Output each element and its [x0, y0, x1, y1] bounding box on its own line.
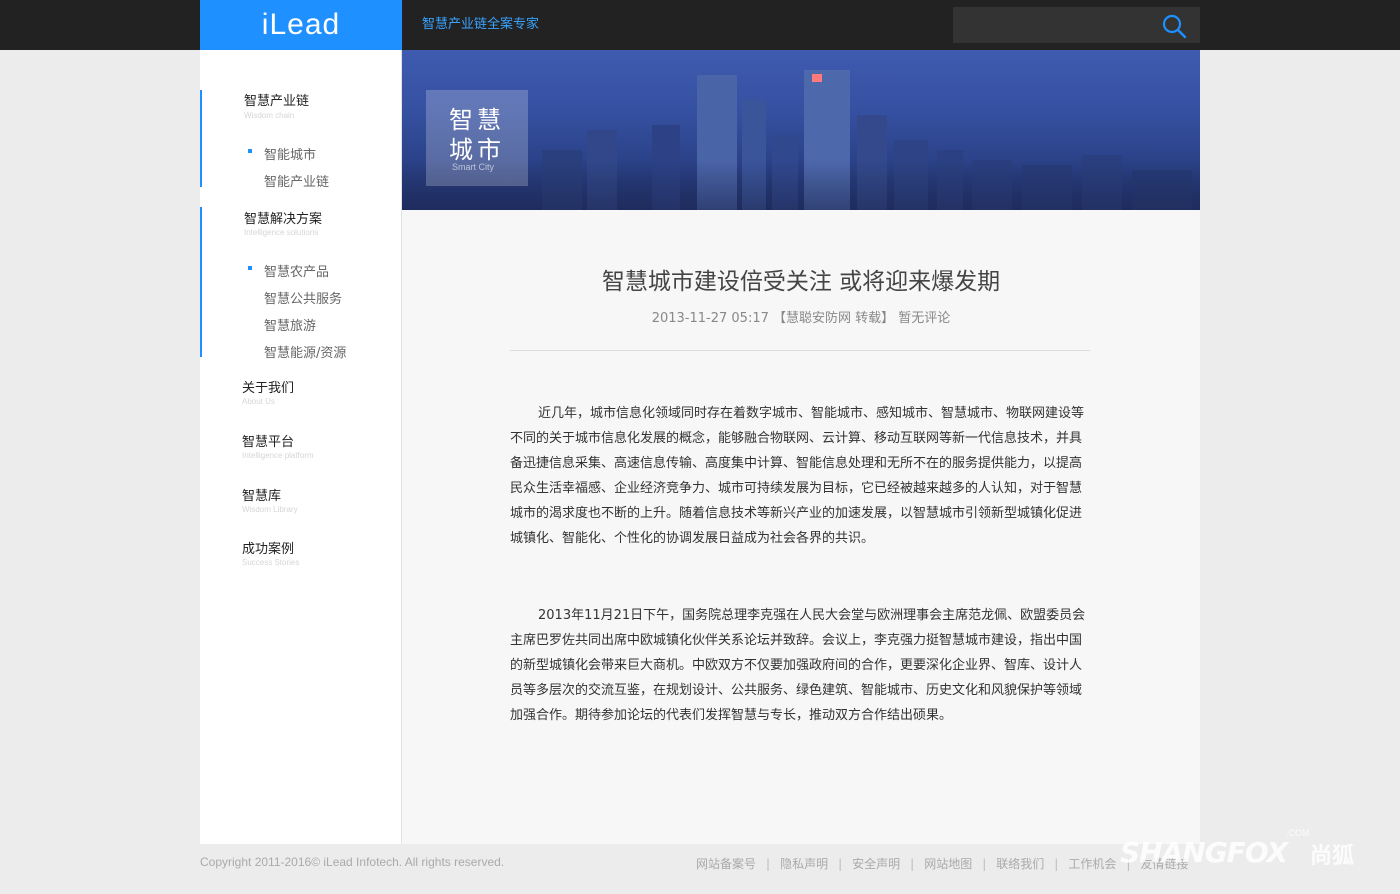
sidebar-group-title[interactable]: 成功案例: [242, 538, 294, 557]
sidebar-group-cases: 成功案例 Success Stories: [200, 538, 402, 578]
sidebar-item-agri[interactable]: 智慧农产品: [264, 261, 329, 280]
banner-tag: 智慧 城市 Smart City: [426, 90, 528, 186]
active-item-dot: [248, 149, 252, 153]
watermark: SHANGFOX .COM 尚狐: [1120, 826, 1370, 870]
watermark-cn: 尚狐: [1310, 844, 1355, 869]
sidebar-group-solutions: 智慧解决方案 Intelligence solutions 智慧农产品 智慧公共…: [200, 207, 404, 361]
sidebar-item-smart-city[interactable]: 智能城市: [264, 144, 316, 163]
watermark-text: SHANGFOX: [1120, 836, 1288, 869]
article-meta: 2013-11-27 05:17 【慧聪安防网 转载】 暂无评论: [651, 311, 951, 326]
sidebar-group-title[interactable]: 智慧产业链: [244, 90, 309, 109]
sidebar-group-title[interactable]: 智慧库: [242, 485, 281, 504]
active-item-dot: [248, 266, 252, 270]
footer-link-icp[interactable]: 网站备案号: [696, 857, 756, 871]
article-paragraph: 2013年11月21日下午，国务院总理李克强在人民大会堂与欧洲理事会主席范龙佩、…: [510, 608, 1086, 723]
sidebar-group-title[interactable]: 智慧平台: [242, 431, 294, 450]
footer-link-privacy[interactable]: 隐私声明: [780, 857, 828, 871]
sidebar-group-library: 智慧库 Wisdom Library: [200, 485, 402, 525]
sidebar-group-subtitle: About Us: [242, 397, 275, 406]
footer-link-security[interactable]: 安全声明: [852, 857, 900, 871]
article-title: 智慧城市建设倍受关注 或将迎来爆发期: [601, 269, 1001, 295]
sidebar-group-subtitle: Wisdom Library: [242, 505, 298, 514]
banner-tag-english: Smart City: [452, 162, 495, 172]
article-paragraph: 近几年，城市信息化领域同时存在着数字城市、智能城市、感知城市、智慧城市、物联网建…: [510, 406, 1085, 546]
sidebar-group-subtitle: Wisdom chain: [244, 111, 295, 120]
footer-copyright: Copyright 2011-2016© iLead Infotech. All…: [200, 855, 505, 869]
sidebar-item-energy[interactable]: 智慧能源/资源: [264, 342, 346, 361]
main-container: 智慧产业链 Wisdom chain 智能城市 智能产业链 智慧解决方案 Int…: [200, 50, 1200, 844]
footer-link-contact[interactable]: 联络我们: [996, 857, 1044, 871]
logo-text[interactable]: iLead: [200, 0, 402, 50]
sidebar-item-smart-chain[interactable]: 智能产业链: [264, 171, 329, 190]
sidebar-group-subtitle: Intelligence solutions: [244, 228, 319, 237]
banner-tag-line2: 城市: [449, 136, 505, 164]
sidebar-item-tourism[interactable]: 智慧旅游: [264, 315, 316, 334]
footer-link-sitemap[interactable]: 网站地图: [924, 857, 972, 871]
sidebar-group-title[interactable]: 关于我们: [242, 377, 294, 396]
search-icon[interactable]: [1161, 13, 1187, 39]
banner-image: 智慧 城市 Smart City: [402, 50, 1200, 210]
sidebar-group-platform: 智慧平台 Intelligence platform: [200, 431, 402, 471]
sidebar-group-title[interactable]: 智慧解决方案: [244, 208, 322, 227]
sidebar: 智慧产业链 Wisdom chain 智能城市 智能产业链 智慧解决方案 Int…: [200, 50, 402, 844]
footer-links: 网站备案号 | 隐私声明 | 安全声明 | 网站地图 | 联络我们 | 工作机会 | 友情链接: [696, 857, 1189, 871]
footer-link-jobs[interactable]: 工作机会: [1068, 857, 1116, 871]
sidebar-item-public-service[interactable]: 智慧公共服务: [264, 288, 342, 307]
logo[interactable]: iLead: [200, 0, 402, 50]
divider: [510, 350, 1090, 351]
sidebar-group-subtitle: Success Stories: [242, 558, 300, 567]
sidebar-group-about: 关于我们 About Us: [200, 377, 402, 417]
watermark-com: .COM: [1286, 828, 1310, 838]
sidebar-group-wisdom-chain: 智慧产业链 Wisdom chain 智能城市 智能产业链: [200, 90, 404, 190]
sidebar-group-subtitle: Intelligence platform: [242, 451, 314, 460]
search-input[interactable]: [953, 7, 1153, 43]
header-tagline: 智慧产业链全案专家: [422, 17, 540, 32]
content-area: 智慧 城市 Smart City 智慧城市建设倍受关注 或将迎来爆发期 2013…: [402, 50, 1200, 844]
